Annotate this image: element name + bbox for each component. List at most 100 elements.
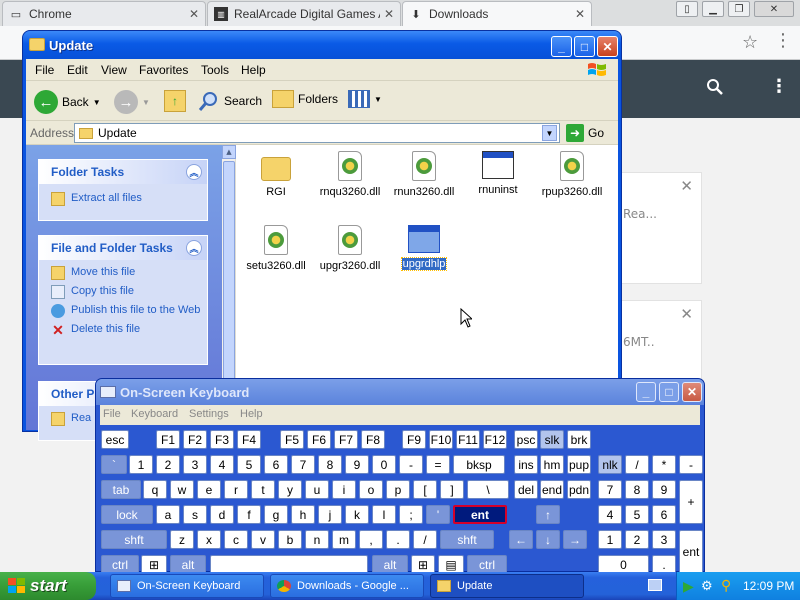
key-6[interactable]: 6 [264,455,288,474]
close-icon[interactable]: ✕ [189,7,199,21]
key-pdn[interactable]: pdn [567,480,591,499]
key-bksp[interactable]: bksp [453,455,505,474]
key-n[interactable]: n [305,530,329,549]
key-g[interactable]: g [264,505,288,524]
key-tab[interactable]: tab [101,480,141,499]
file-item[interactable]: rnuninst [462,151,534,196]
file-item[interactable]: rnqu3260.dll [314,151,386,198]
key-shft[interactable]: shft [101,530,167,549]
maximize-button[interactable]: □ [574,36,595,57]
key-F10[interactable]: F10 [429,430,453,449]
panel-title[interactable]: Folder Tasks ︽ [39,160,207,184]
taskbar-button-osk[interactable]: On-Screen Keyboard [110,574,264,598]
bookmark-star-icon[interactable]: ☆ [742,32,758,53]
key-0[interactable]: 0 [372,455,396,474]
key-sym[interactable]: + [679,480,703,524]
close-button[interactable]: ✕ [754,1,794,17]
key-down-icon[interactable]: ↓ [536,530,560,549]
network-icon[interactable]: ⚙ [701,578,713,594]
menu-view[interactable]: View [101,63,127,77]
key-sym[interactable]: [ [413,480,437,499]
key-sym[interactable]: ` [101,455,127,474]
maximize-button[interactable]: □ [659,382,679,402]
menu-help[interactable]: Help [240,408,263,420]
search-button[interactable]: Search [198,90,262,112]
scroll-thumb[interactable] [223,161,235,381]
key-s[interactable]: s [183,505,207,524]
menu-help[interactable]: Help [241,63,266,77]
key-F5[interactable]: F5 [280,430,304,449]
key-9[interactable]: 9 [345,455,369,474]
scroll-up-icon[interactable]: ▲ [222,145,236,159]
go-button[interactable]: ➜ Go [566,124,604,142]
file-item[interactable]: rnun3260.dll [388,151,460,198]
folders-button[interactable]: Folders [272,90,338,108]
key-b[interactable]: b [278,530,302,549]
key-F4[interactable]: F4 [237,430,261,449]
key-1[interactable]: 1 [129,455,153,474]
explorer-titlebar[interactable]: Update _ □ ✕ [23,31,621,59]
key-end[interactable]: end [540,480,564,499]
chevron-down-icon[interactable]: ▼ [374,95,382,104]
key-psc[interactable]: psc [514,430,538,449]
menu-file[interactable]: File [103,408,121,420]
key-sym[interactable]: - [399,455,423,474]
task-publish[interactable]: Publish this file to the Web [39,301,207,320]
file-item[interactable]: upgr3260.dll [314,225,386,272]
search-icon[interactable] [706,78,724,96]
key-ent[interactable]: ent [679,530,703,574]
key-ins[interactable]: ins [514,455,538,474]
key-3[interactable]: 3 [183,455,207,474]
key-pup[interactable]: pup [567,455,591,474]
key-brk[interactable]: brk [567,430,591,449]
key-6[interactable]: 6 [652,505,676,524]
key-F11[interactable]: F11 [456,430,480,449]
key-F3[interactable]: F3 [210,430,234,449]
close-button[interactable]: ✕ [682,382,702,402]
key-t[interactable]: t [251,480,275,499]
key-F12[interactable]: F12 [483,430,507,449]
up-folder-button[interactable]: ↑ [164,90,186,112]
key-sym[interactable]: ' [426,505,450,524]
key-right-icon[interactable]: → [563,530,587,549]
key-sym[interactable]: . [386,530,410,549]
panel-title[interactable]: File and Folder Tasks ︽ [39,236,207,260]
views-button[interactable]: ▼ [348,90,382,108]
key-hm[interactable]: hm [540,455,564,474]
key-7[interactable]: 7 [291,455,315,474]
key-z[interactable]: z [170,530,194,549]
key-2[interactable]: 2 [156,455,180,474]
taskbar-button-explorer[interactable]: Update [430,574,584,598]
key-u[interactable]: u [305,480,329,499]
chevron-down-icon[interactable]: ▼ [93,98,101,107]
key-l[interactable]: l [372,505,396,524]
play-icon[interactable]: ▶ [683,578,694,595]
back-button[interactable]: ← Back ▼ [34,90,101,114]
key-sym[interactable]: \ [467,480,509,499]
menu-settings[interactable]: Settings [189,408,229,420]
key-f[interactable]: f [237,505,261,524]
key-q[interactable]: q [143,480,167,499]
file-item-selected[interactable]: upgrdhlp [388,225,460,271]
file-item[interactable]: setu3260.dll [240,225,312,272]
key-m[interactable]: m [332,530,356,549]
menu-keyboard[interactable]: Keyboard [131,408,178,420]
search-tray-icon[interactable]: ⚲ [721,577,731,594]
key-5[interactable]: 5 [237,455,261,474]
key-ent[interactable]: ent [453,505,507,524]
osk-titlebar[interactable]: On-Screen Keyboard _ □ ✕ [96,379,704,405]
show-keyboard-icon[interactable] [648,579,662,591]
chrome-menu-icon[interactable]: ⋮ [774,30,792,51]
minimize-button[interactable]: _ [551,36,572,57]
key-F1[interactable]: F1 [156,430,180,449]
file-item[interactable]: rpup3260.dll [536,151,608,198]
task-move[interactable]: Move this file [39,260,207,282]
task-extract[interactable]: Extract all files [39,184,207,208]
key-sym[interactable]: ; [399,505,423,524]
close-icon[interactable]: ✕ [575,7,585,21]
key-F8[interactable]: F8 [361,430,385,449]
key-1[interactable]: 1 [598,530,622,549]
key-c[interactable]: c [224,530,248,549]
key-7[interactable]: 7 [598,480,622,499]
key-F6[interactable]: F6 [307,430,331,449]
